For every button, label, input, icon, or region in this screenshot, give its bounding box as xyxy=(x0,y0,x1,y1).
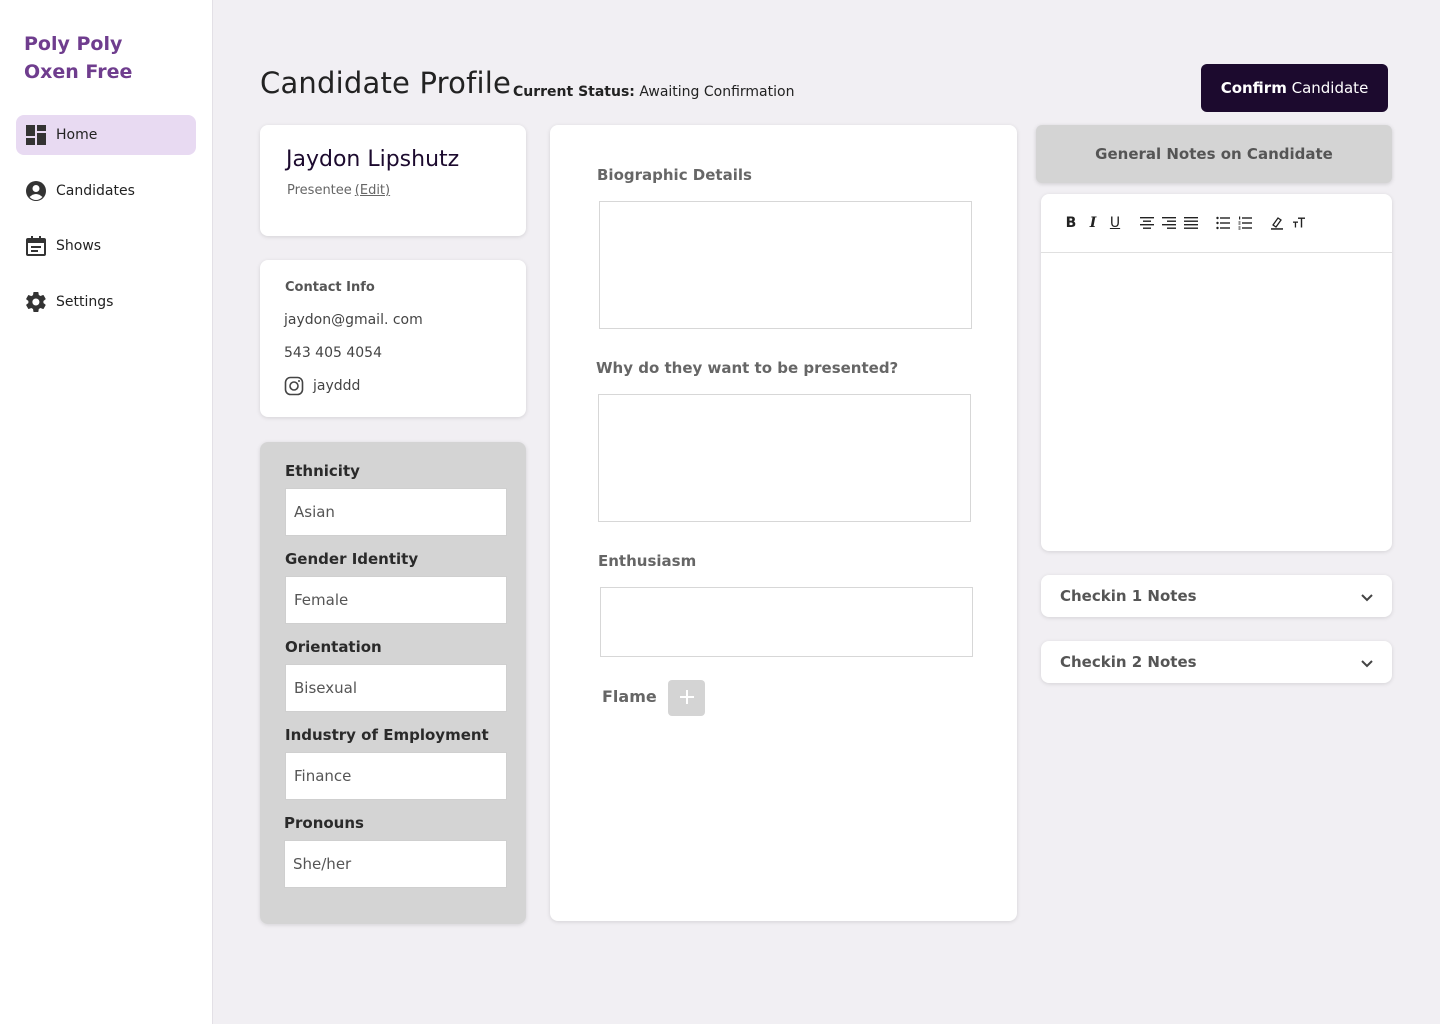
confirm-label-rest: Candidate xyxy=(1291,79,1369,97)
checkin-2-notes-accordion[interactable]: Checkin 2 Notes xyxy=(1041,641,1392,683)
status-key: Current Status: xyxy=(513,84,635,100)
pronouns-field[interactable] xyxy=(284,840,507,888)
biographic-details-label: Biographic Details xyxy=(597,166,752,184)
plus-icon xyxy=(679,689,695,708)
pronouns-label: Pronouns xyxy=(284,814,364,832)
text-size-button[interactable] xyxy=(1289,213,1309,233)
general-notes-editor: B I U xyxy=(1041,194,1392,551)
calendar-icon xyxy=(24,234,48,258)
ethnicity-field[interactable] xyxy=(285,488,507,536)
why-presented-input[interactable] xyxy=(598,394,971,522)
sidebar-item-candidates[interactable]: Candidates xyxy=(16,171,196,211)
align-right-button[interactable] xyxy=(1159,213,1179,233)
gender-identity-label: Gender Identity xyxy=(285,550,419,568)
account-circle-icon xyxy=(24,179,48,203)
gender-identity-field[interactable] xyxy=(285,576,507,624)
align-center-button[interactable] xyxy=(1137,213,1157,233)
instagram-icon xyxy=(284,376,304,396)
contact-info-card: Contact Info jaydon@gmail. com 543 405 4… xyxy=(260,260,526,417)
enthusiasm-input[interactable] xyxy=(600,587,973,657)
bullet-list-icon xyxy=(1216,216,1230,230)
highlight-icon xyxy=(1271,217,1283,230)
confirm-candidate-button[interactable]: Confirm Candidate xyxy=(1201,64,1388,112)
sidebar: Poly Poly Oxen Free Home Candidates Show… xyxy=(0,0,213,1024)
align-justify-button[interactable] xyxy=(1181,213,1201,233)
dashboard-icon xyxy=(24,123,48,147)
demographics-card: Ethnicity Gender Identity Orientation In… xyxy=(260,442,526,924)
candidate-details-card: Biographic Details Why do they want to b… xyxy=(550,125,1017,921)
role-label: Presentee xyxy=(287,183,352,198)
align-right-icon xyxy=(1162,217,1176,229)
orientation-label: Orientation xyxy=(285,638,382,656)
contact-email: jaydon@gmail. com xyxy=(284,312,423,328)
editor-toolbar: B I U xyxy=(1041,194,1392,253)
checkin-2-notes-label: Checkin 2 Notes xyxy=(1060,653,1197,671)
chevron-down-icon xyxy=(1360,653,1374,672)
contact-info-title: Contact Info xyxy=(285,280,375,295)
candidate-role: Presentee (Edit) xyxy=(287,183,390,198)
candidate-name: Jaydon Lipshutz xyxy=(286,147,460,172)
flame-label: Flame xyxy=(602,687,657,706)
brand-logo-text: Poly Poly Oxen Free xyxy=(24,33,133,83)
status-value: Awaiting Confirmation xyxy=(639,84,795,100)
chevron-down-icon xyxy=(1360,587,1374,606)
numbered-list-button[interactable] xyxy=(1235,213,1255,233)
instagram-handle: jayddd xyxy=(313,378,361,394)
text-size-icon xyxy=(1293,217,1305,228)
edit-role-link[interactable]: (Edit) xyxy=(355,183,390,198)
sidebar-item-label: Settings xyxy=(56,294,114,310)
bold-button[interactable]: B xyxy=(1061,213,1081,233)
general-notes-text-area[interactable] xyxy=(1041,254,1392,551)
ethnicity-label: Ethnicity xyxy=(285,462,360,480)
align-justify-icon xyxy=(1184,217,1198,229)
enthusiasm-label: Enthusiasm xyxy=(598,552,697,570)
gear-icon xyxy=(24,290,48,314)
bullet-list-button[interactable] xyxy=(1213,213,1233,233)
sidebar-item-label: Shows xyxy=(56,238,102,254)
candidate-name-card: Jaydon Lipshutz Presentee (Edit) xyxy=(260,125,526,236)
biographic-details-input[interactable] xyxy=(599,201,972,329)
italic-button[interactable]: I xyxy=(1083,213,1103,233)
general-notes-header: General Notes on Candidate xyxy=(1036,125,1392,183)
sidebar-item-label: Home xyxy=(56,127,98,143)
confirm-label-bold: Confirm xyxy=(1220,79,1287,97)
highlight-button[interactable] xyxy=(1267,213,1287,233)
align-center-icon xyxy=(1140,217,1154,229)
contact-instagram: jayddd xyxy=(284,376,360,396)
contact-phone: 543 405 4054 xyxy=(284,345,382,361)
add-flame-button[interactable] xyxy=(668,680,705,716)
underline-button[interactable]: U xyxy=(1105,213,1125,233)
sidebar-item-shows[interactable]: Shows xyxy=(16,226,196,266)
checkin-1-notes-accordion[interactable]: Checkin 1 Notes xyxy=(1041,575,1392,617)
industry-field[interactable] xyxy=(285,752,507,800)
sidebar-item-settings[interactable]: Settings xyxy=(16,282,196,322)
orientation-field[interactable] xyxy=(285,664,507,712)
page-title: Candidate Profile xyxy=(260,66,512,100)
checkin-1-notes-label: Checkin 1 Notes xyxy=(1060,587,1197,605)
sidebar-item-label: Candidates xyxy=(56,183,135,199)
industry-label: Industry of Employment xyxy=(285,726,489,744)
why-presented-label: Why do they want to be presented? xyxy=(596,359,899,377)
status-text: Current Status: Awaiting Confirmation xyxy=(513,84,794,100)
sidebar-item-home[interactable]: Home xyxy=(16,115,196,155)
numbered-list-icon xyxy=(1238,216,1252,230)
